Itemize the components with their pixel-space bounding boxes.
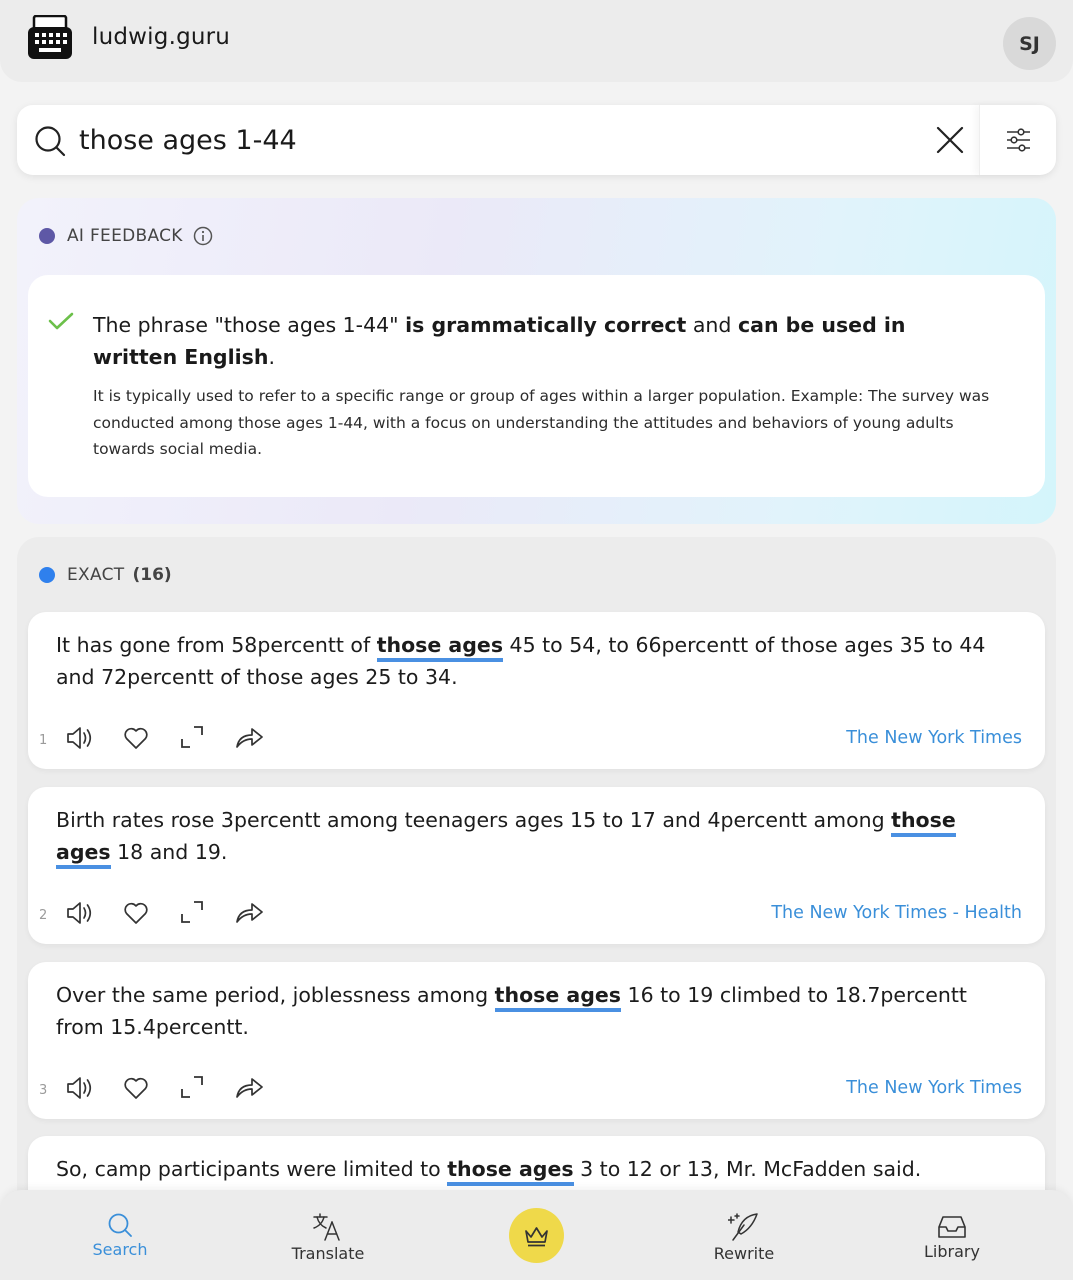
nav-search-label: Search (92, 1240, 148, 1259)
info-icon[interactable] (193, 226, 213, 246)
share-icon[interactable] (234, 1074, 264, 1100)
nav-rewrite[interactable]: Rewrite (684, 1212, 804, 1263)
bottom-navigation: Search Translate Rewrite Library (0, 1190, 1073, 1280)
exact-count: (16) (132, 565, 172, 585)
heart-icon[interactable] (122, 899, 150, 927)
top-bar: ludwig.guru SJ (0, 0, 1073, 82)
highlighted-phrase: those ages (494, 983, 622, 1012)
search-icon (35, 126, 66, 157)
heart-icon[interactable] (122, 724, 150, 752)
result-source-link[interactable]: The New York Times (846, 1078, 1022, 1098)
speaker-icon[interactable] (65, 724, 95, 752)
nav-library[interactable]: Library (892, 1212, 1012, 1261)
result-card[interactable]: It has gone from 58percentt of those age… (28, 612, 1045, 769)
quill-icon (728, 1213, 758, 1241)
ai-feedback-dot (39, 228, 55, 244)
expand-icon[interactable] (179, 899, 205, 925)
result-sentence: It has gone from 58percentt of those age… (56, 633, 986, 689)
result-sentence: So, camp participants were limited to th… (56, 1153, 1016, 1186)
crown-icon (525, 1227, 548, 1247)
result-number: 1 (39, 733, 48, 748)
share-icon[interactable] (234, 724, 264, 750)
nav-translate[interactable]: Translate (268, 1212, 388, 1263)
typewriter-logo-icon[interactable] (27, 15, 73, 61)
search-icon (108, 1213, 132, 1237)
close-icon[interactable] (935, 125, 965, 155)
inbox-icon (938, 1216, 966, 1238)
result-number: 2 (39, 908, 48, 923)
expand-icon[interactable] (179, 724, 205, 750)
nav-library-label: Library (924, 1242, 980, 1261)
filter-button[interactable] (979, 105, 1056, 175)
ai-feedback-verdict: The phrase "those ages 1-44" is grammati… (93, 313, 906, 369)
expand-icon[interactable] (179, 1074, 205, 1100)
result-source-link[interactable]: The New York Times - Health (771, 903, 1022, 923)
user-avatar[interactable]: SJ (1003, 17, 1056, 70)
premium-button[interactable] (509, 1208, 564, 1263)
ai-feedback-panel: AI FEEDBACK The phrase "those ages 1-44"… (17, 198, 1056, 524)
search-input[interactable] (79, 117, 919, 163)
sliders-icon (1007, 128, 1030, 152)
ai-feedback-detail: It is typically used to refer to a speci… (93, 387, 990, 458)
result-source-link[interactable]: The New York Times (846, 728, 1022, 748)
brand-name: ludwig.guru (92, 24, 231, 50)
checkmark-icon (48, 312, 74, 330)
share-icon[interactable] (234, 899, 264, 925)
heart-icon[interactable] (122, 1074, 150, 1102)
translate-icon (313, 1213, 340, 1241)
ai-feedback-title: AI FEEDBACK (67, 226, 183, 246)
highlighted-phrase: those ages (376, 633, 504, 662)
nav-rewrite-label: Rewrite (713, 1244, 775, 1263)
ai-feedback-card: The phrase "those ages 1-44" is grammati… (28, 275, 1045, 497)
result-sentence: Birth rates rose 3percentt among teenage… (56, 804, 1016, 869)
exact-results-panel: EXACT (16) It has gone from 58percentt o… (17, 537, 1056, 1280)
speaker-icon[interactable] (65, 1074, 95, 1102)
result-number: 3 (39, 1083, 48, 1098)
result-card[interactable]: Over the same period, joblessness among … (28, 962, 1045, 1119)
ai-feedback-header: AI FEEDBACK (39, 224, 213, 248)
result-sentence: Over the same period, joblessness among … (56, 983, 967, 1039)
highlighted-phrase: those ages (447, 1157, 574, 1186)
exact-dot (39, 567, 55, 583)
exact-header: EXACT (16) (39, 563, 172, 587)
result-card[interactable]: Birth rates rose 3percentt among teenage… (28, 787, 1045, 944)
exact-title: EXACT (67, 565, 125, 585)
nav-search[interactable]: Search (60, 1212, 180, 1259)
search-bar (17, 105, 1056, 175)
nav-translate-label: Translate (291, 1244, 365, 1263)
speaker-icon[interactable] (65, 899, 95, 927)
